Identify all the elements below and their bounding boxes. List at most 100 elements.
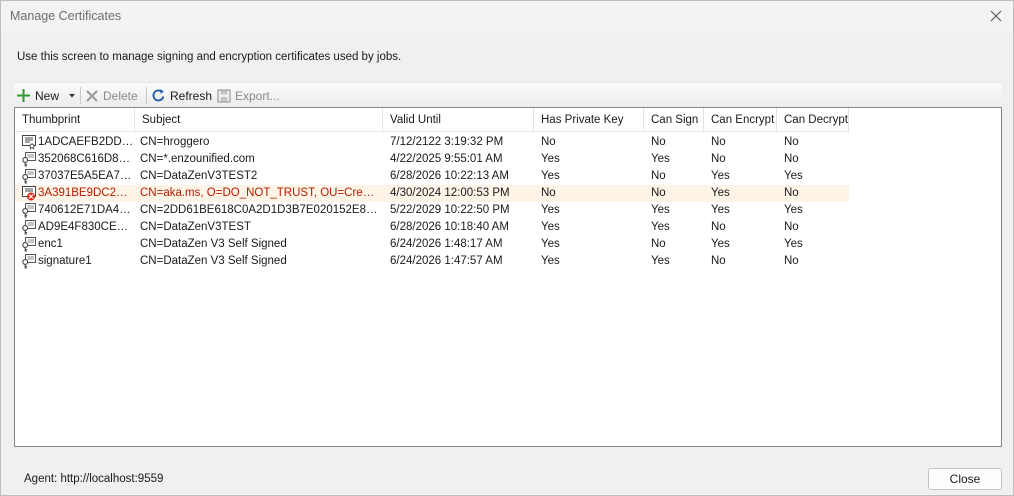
table-row[interactable]: 352068C616D8E... CN=*.enzounified.com 4/22… [15,151,849,168]
cell-subject: CN=*.enzounified.com [140,153,255,165]
table-row[interactable]: 740612E71DA40... CN=2DD61BE618C0A2D1D3B7E… [15,202,849,219]
cell-has-private-key: No [541,136,556,148]
plus-icon [16,88,31,103]
close-button[interactable]: Close [928,468,1002,490]
toolbar-separator [146,87,147,104]
cell-thumbprint: enc1 [38,238,63,250]
certificate-icon [22,135,36,150]
column-header-can-sign[interactable]: Can Sign [644,108,704,132]
cell-can-encrypt: No [711,221,726,233]
cell-can-decrypt: Yes [784,170,803,182]
table-row[interactable]: 37037E5A5EA71... CN=DataZenV3TEST2 6/28/20… [15,168,849,185]
manage-certificates-window: Manage Certificates Use this screen to m… [0,0,1014,496]
cell-subject: CN=hroggero [140,136,210,148]
cell-can-encrypt: Yes [711,238,730,250]
column-header-subject[interactable]: Subject [135,108,383,132]
agent-url-label: Agent: http://localhost:9559 [24,473,164,485]
cell-thumbprint: 740612E71DA40... [38,204,134,216]
delete-x-icon [85,89,99,103]
table-row[interactable]: 1ADCAEFB2DDF... CN=hroggero 7/12/2122 3:19… [15,134,849,151]
refresh-button[interactable]: Refresh [151,86,212,105]
cell-can-sign: No [651,187,666,199]
delete-button-label: Delete [103,88,138,103]
cell-thumbprint: 37037E5A5EA71... [38,170,134,182]
cell-thumbprint: 352068C616D8E... [38,153,134,165]
chevron-down-icon[interactable] [68,93,76,99]
cell-can-sign: Yes [651,153,670,165]
cell-can-encrypt: Yes [711,204,730,216]
cell-can-decrypt: No [784,136,799,148]
cell-can-sign: No [651,170,666,182]
cell-can-decrypt: Yes [784,238,803,250]
cell-has-private-key: Yes [541,204,560,216]
cell-can-decrypt: No [784,187,799,199]
close-window-icon[interactable] [987,7,1005,25]
export-button[interactable]: Export... [217,86,280,105]
toolbar-separator [80,87,81,104]
table-row[interactable]: 3A391BE9DC2B9... CN=aka.ms, O=DO_NOT_TRUS… [15,185,849,202]
cell-can-encrypt: No [711,136,726,148]
cell-valid-until: 6/28/2026 10:18:40 AM [390,221,509,233]
cell-thumbprint: signature1 [38,255,92,267]
cell-has-private-key: Yes [541,238,560,250]
cell-subject: CN=2DD61BE618C0A2D1D3B7E020152E8098... [140,204,380,216]
cell-valid-until: 6/24/2026 1:47:57 AM [390,255,503,267]
cell-thumbprint: AD9E4F830CE38... [38,221,134,233]
key-certificate-icon [22,237,36,252]
key-certificate-icon [22,203,36,218]
cell-valid-until: 6/28/2026 10:22:13 AM [390,170,509,182]
cell-valid-until: 5/22/2029 10:22:50 PM [390,204,510,216]
title-bar: Manage Certificates [1,1,1013,32]
key-certificate-icon [22,169,36,184]
toolbar: New Delete Refresh Export... [14,82,1002,107]
key-certificate-icon [22,220,36,235]
cell-can-encrypt: No [711,153,726,165]
cell-thumbprint: 3A391BE9DC2B9... [38,187,134,199]
cell-can-encrypt: Yes [711,170,730,182]
cell-valid-until: 4/30/2024 12:00:53 PM [390,187,510,199]
column-header-valid-until[interactable]: Valid Until [383,108,534,132]
column-header-can-decrypt[interactable]: Can Decrypt [777,108,849,132]
cell-can-decrypt: No [784,153,799,165]
new-button-label: New [35,88,60,103]
cell-has-private-key: No [541,187,556,199]
key-certificate-icon [22,254,36,269]
window-title: Manage Certificates [10,9,122,23]
certificates-grid[interactable]: Thumbprint Subject Valid Until Has Priva… [14,107,1002,447]
cell-subject: CN=DataZenV3TEST2 [140,170,258,182]
column-header-has-private-key[interactable]: Has Private Key [534,108,644,132]
table-row[interactable]: AD9E4F830CE38... CN=DataZenV3TEST 6/28/202… [15,219,849,236]
column-header-thumbprint[interactable]: Thumbprint [15,108,135,132]
cell-subject: CN=DataZenV3TEST [140,221,251,233]
cell-subject: CN=aka.ms, O=DO_NOT_TRUST, OU=Created... [140,187,380,199]
expired-certificate-icon [22,186,36,201]
cell-subject: CN=DataZen V3 Self Signed [140,238,287,250]
save-disk-icon [217,88,231,103]
cell-can-sign: Yes [651,221,670,233]
table-row[interactable]: signature1 CN=DataZen V3 Self Signed 6/24/… [15,253,849,270]
cell-can-encrypt: No [711,255,726,267]
cell-can-sign: No [651,238,666,250]
export-button-label: Export... [235,88,280,103]
refresh-icon [151,88,166,103]
table-row[interactable]: enc1 CN=DataZen V3 Self Signed 6/24/2026 1… [15,236,849,253]
cell-has-private-key: Yes [541,153,560,165]
cell-can-decrypt: No [784,221,799,233]
cell-can-sign: Yes [651,204,670,216]
cell-can-decrypt: No [784,255,799,267]
new-button[interactable]: New [16,86,76,105]
cell-can-sign: Yes [651,255,670,267]
cell-can-encrypt: Yes [711,187,730,199]
cell-valid-until: 4/22/2025 9:55:01 AM [390,153,503,165]
cell-can-decrypt: Yes [784,204,803,216]
cell-has-private-key: Yes [541,221,560,233]
key-certificate-icon [22,152,36,167]
screen-description: Use this screen to manage signing and en… [17,51,402,63]
refresh-button-label: Refresh [170,88,213,103]
cell-thumbprint: 1ADCAEFB2DDF... [38,136,134,148]
cell-valid-until: 7/12/2122 3:19:32 PM [390,136,504,148]
cell-has-private-key: Yes [541,255,560,267]
delete-button[interactable]: Delete [85,86,138,105]
column-header-can-encrypt[interactable]: Can Encrypt [704,108,777,132]
cell-can-sign: No [651,136,666,148]
